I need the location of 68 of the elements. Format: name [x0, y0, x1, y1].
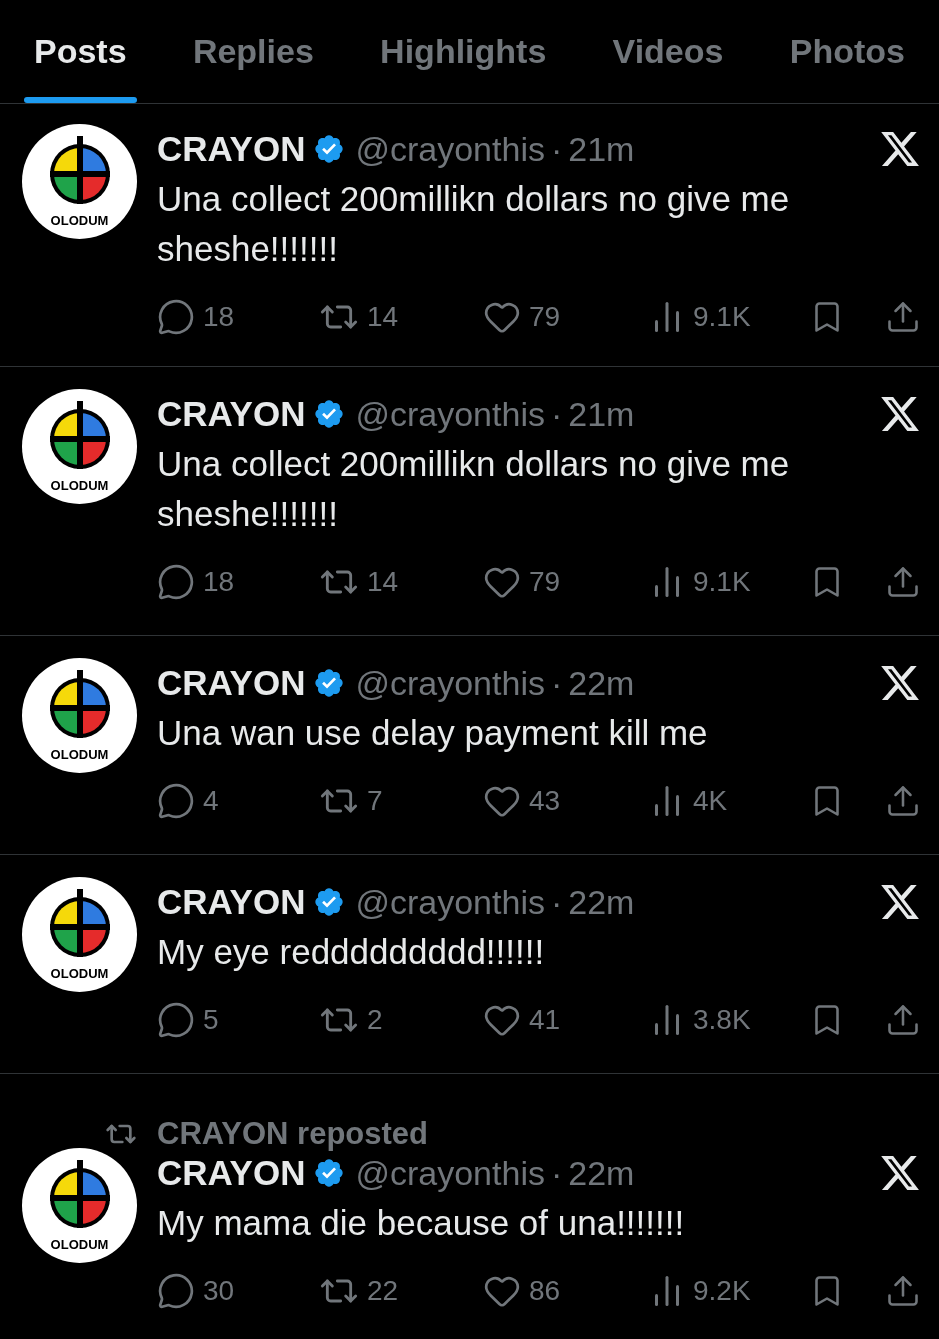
- reply-count: 18: [203, 300, 235, 334]
- share-icon[interactable]: [885, 299, 921, 335]
- separator: ·: [550, 393, 563, 435]
- tab[interactable]: Replies: [182, 0, 324, 103]
- avatar-label: OLODUM: [49, 748, 110, 761]
- author-handle[interactable]: @crayonthis: [355, 388, 545, 440]
- post-time[interactable]: 22m: [568, 876, 635, 928]
- author-handle[interactable]: @crayonthis: [355, 876, 545, 928]
- separator: ·: [550, 881, 563, 923]
- tab[interactable]: Highlights: [370, 0, 557, 103]
- share-icon[interactable]: [885, 1002, 921, 1038]
- tab[interactable]: Posts: [24, 0, 137, 103]
- post-time[interactable]: 22m: [568, 657, 635, 709]
- avatar-label: OLODUM: [49, 214, 110, 227]
- like-count: 41: [529, 1003, 561, 1037]
- like-count: 79: [529, 565, 561, 599]
- author-name[interactable]: CRAYON: [157, 122, 306, 176]
- repost-count: 14: [367, 300, 399, 334]
- post-time[interactable]: 22m: [568, 1147, 635, 1199]
- view-count: 9.2K: [693, 1274, 751, 1308]
- like-count: 79: [529, 300, 561, 334]
- view-count: 3.8K: [693, 1003, 751, 1037]
- post-text: My mama die because of una!!!!!!!: [157, 1202, 686, 1244]
- author-name[interactable]: CRAYON: [157, 875, 306, 929]
- share-icon[interactable]: [885, 564, 921, 600]
- post-text: Una wan use delay payment kill me: [157, 712, 709, 754]
- avatar[interactable]: OLODUM: [22, 1148, 137, 1263]
- tab[interactable]: Videos: [602, 0, 734, 103]
- avatar-label: OLODUM: [49, 967, 110, 980]
- avatar[interactable]: OLODUM: [22, 877, 137, 992]
- separator: ·: [550, 662, 563, 704]
- reply-icon[interactable]: [157, 1272, 195, 1310]
- tab[interactable]: Photos: [779, 0, 915, 103]
- share-icon[interactable]: [885, 1273, 921, 1309]
- view-count: 9.1K: [693, 565, 751, 599]
- avatar[interactable]: OLODUM: [22, 658, 137, 773]
- like-count: 86: [529, 1274, 561, 1308]
- reply-icon[interactable]: [157, 298, 195, 336]
- reply-count: 18: [203, 565, 235, 599]
- separator: ·: [550, 1152, 563, 1194]
- repost-count: 22: [367, 1274, 399, 1308]
- post-text: Una collect 200millikn dollars no give me sheshe!!!!!!!: [157, 443, 791, 535]
- post-text: My eye reddddddddd!!!!!!: [157, 931, 546, 973]
- view-count: 4K: [693, 784, 728, 818]
- avatar-label: OLODUM: [49, 1238, 110, 1251]
- repost-count: 7: [367, 784, 383, 818]
- reply-count: 30: [203, 1274, 235, 1308]
- separator: ·: [550, 128, 563, 170]
- avatar[interactable]: OLODUM: [22, 389, 137, 504]
- post-time[interactable]: 21m: [568, 123, 635, 175]
- reply-count: 5: [203, 1003, 219, 1037]
- view-count: 9.1K: [693, 300, 751, 334]
- reply-icon[interactable]: [157, 563, 195, 601]
- reply-icon[interactable]: [157, 1001, 195, 1039]
- post-text: Una collect 200millikn dollars no give me sheshe!!!!!!!: [157, 178, 791, 270]
- reply-count: 4: [203, 784, 219, 818]
- like-count: 43: [529, 784, 561, 818]
- author-name[interactable]: CRAYON: [157, 656, 306, 710]
- author-name[interactable]: CRAYON: [157, 387, 306, 441]
- author-handle[interactable]: @crayonthis: [355, 123, 545, 175]
- post-time[interactable]: 21m: [568, 388, 635, 440]
- reply-icon[interactable]: [157, 782, 195, 820]
- share-icon[interactable]: [885, 783, 921, 819]
- avatar[interactable]: OLODUM: [22, 124, 137, 239]
- repost-count: 2: [367, 1003, 383, 1037]
- avatar-label: OLODUM: [49, 479, 110, 492]
- author-handle[interactable]: @crayonthis: [355, 657, 545, 709]
- repost-count: 14: [367, 565, 399, 599]
